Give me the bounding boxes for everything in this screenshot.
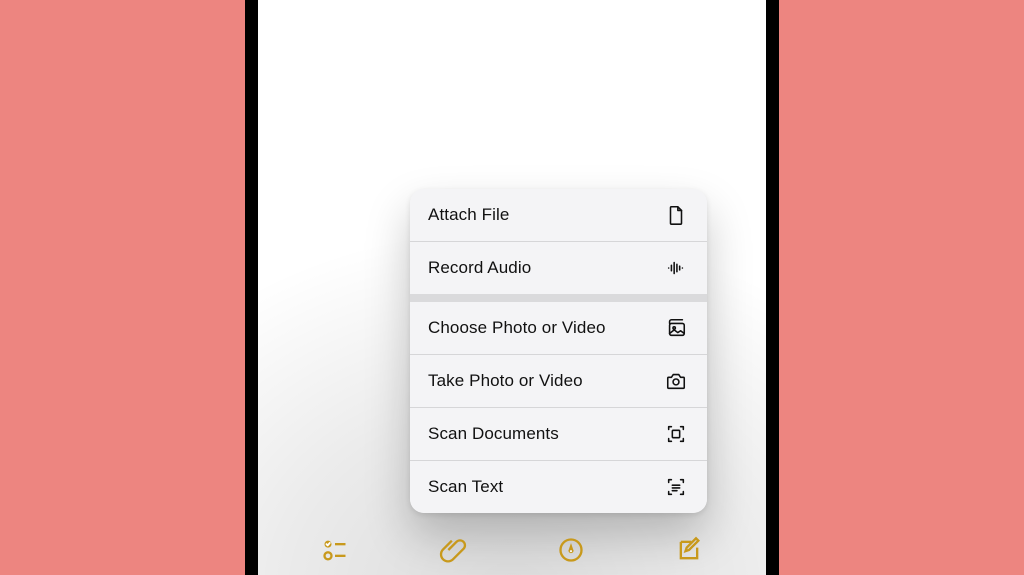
compose-button[interactable] [665, 528, 713, 575]
attachment-menu-group: Attach File Record Audio [410, 189, 707, 294]
photo-stack-icon [663, 315, 689, 341]
menu-item-label: Scan Documents [428, 424, 663, 444]
menu-item-label: Attach File [428, 205, 663, 225]
doc-scanner-icon [663, 421, 689, 447]
menu-item-label: Choose Photo or Video [428, 318, 663, 338]
attachment-menu-group: Choose Photo or Video Take Photo or Vide… [410, 294, 707, 513]
camera-icon [663, 368, 689, 394]
attach-button[interactable] [429, 528, 477, 575]
text-scanner-icon [663, 474, 689, 500]
compose-icon [675, 536, 703, 569]
menu-item-take-photo[interactable]: Take Photo or Video [410, 354, 707, 407]
markup-button[interactable] [547, 528, 595, 575]
waveform-icon [663, 255, 689, 281]
attachment-menu: Attach File Record Audio Choose [410, 189, 707, 513]
menu-item-scan-text[interactable]: Scan Text [410, 460, 707, 513]
file-icon [663, 202, 689, 228]
menu-item-scan-documents[interactable]: Scan Documents [410, 407, 707, 460]
paperclip-icon [439, 536, 467, 569]
menu-item-choose-photo[interactable]: Choose Photo or Video [410, 302, 707, 354]
checklist-icon [321, 536, 349, 569]
device-frame: Attach File Record Audio Choose [245, 0, 779, 575]
bottom-toolbar [258, 520, 766, 575]
menu-item-label: Record Audio [428, 258, 663, 278]
menu-item-label: Scan Text [428, 477, 663, 497]
menu-item-record-audio[interactable]: Record Audio [410, 241, 707, 294]
menu-item-attach-file[interactable]: Attach File [410, 189, 707, 241]
notes-screen: Attach File Record Audio Choose [258, 0, 766, 575]
checklist-button[interactable] [311, 528, 359, 575]
menu-item-label: Take Photo or Video [428, 371, 663, 391]
pen-circle-icon [557, 536, 585, 569]
